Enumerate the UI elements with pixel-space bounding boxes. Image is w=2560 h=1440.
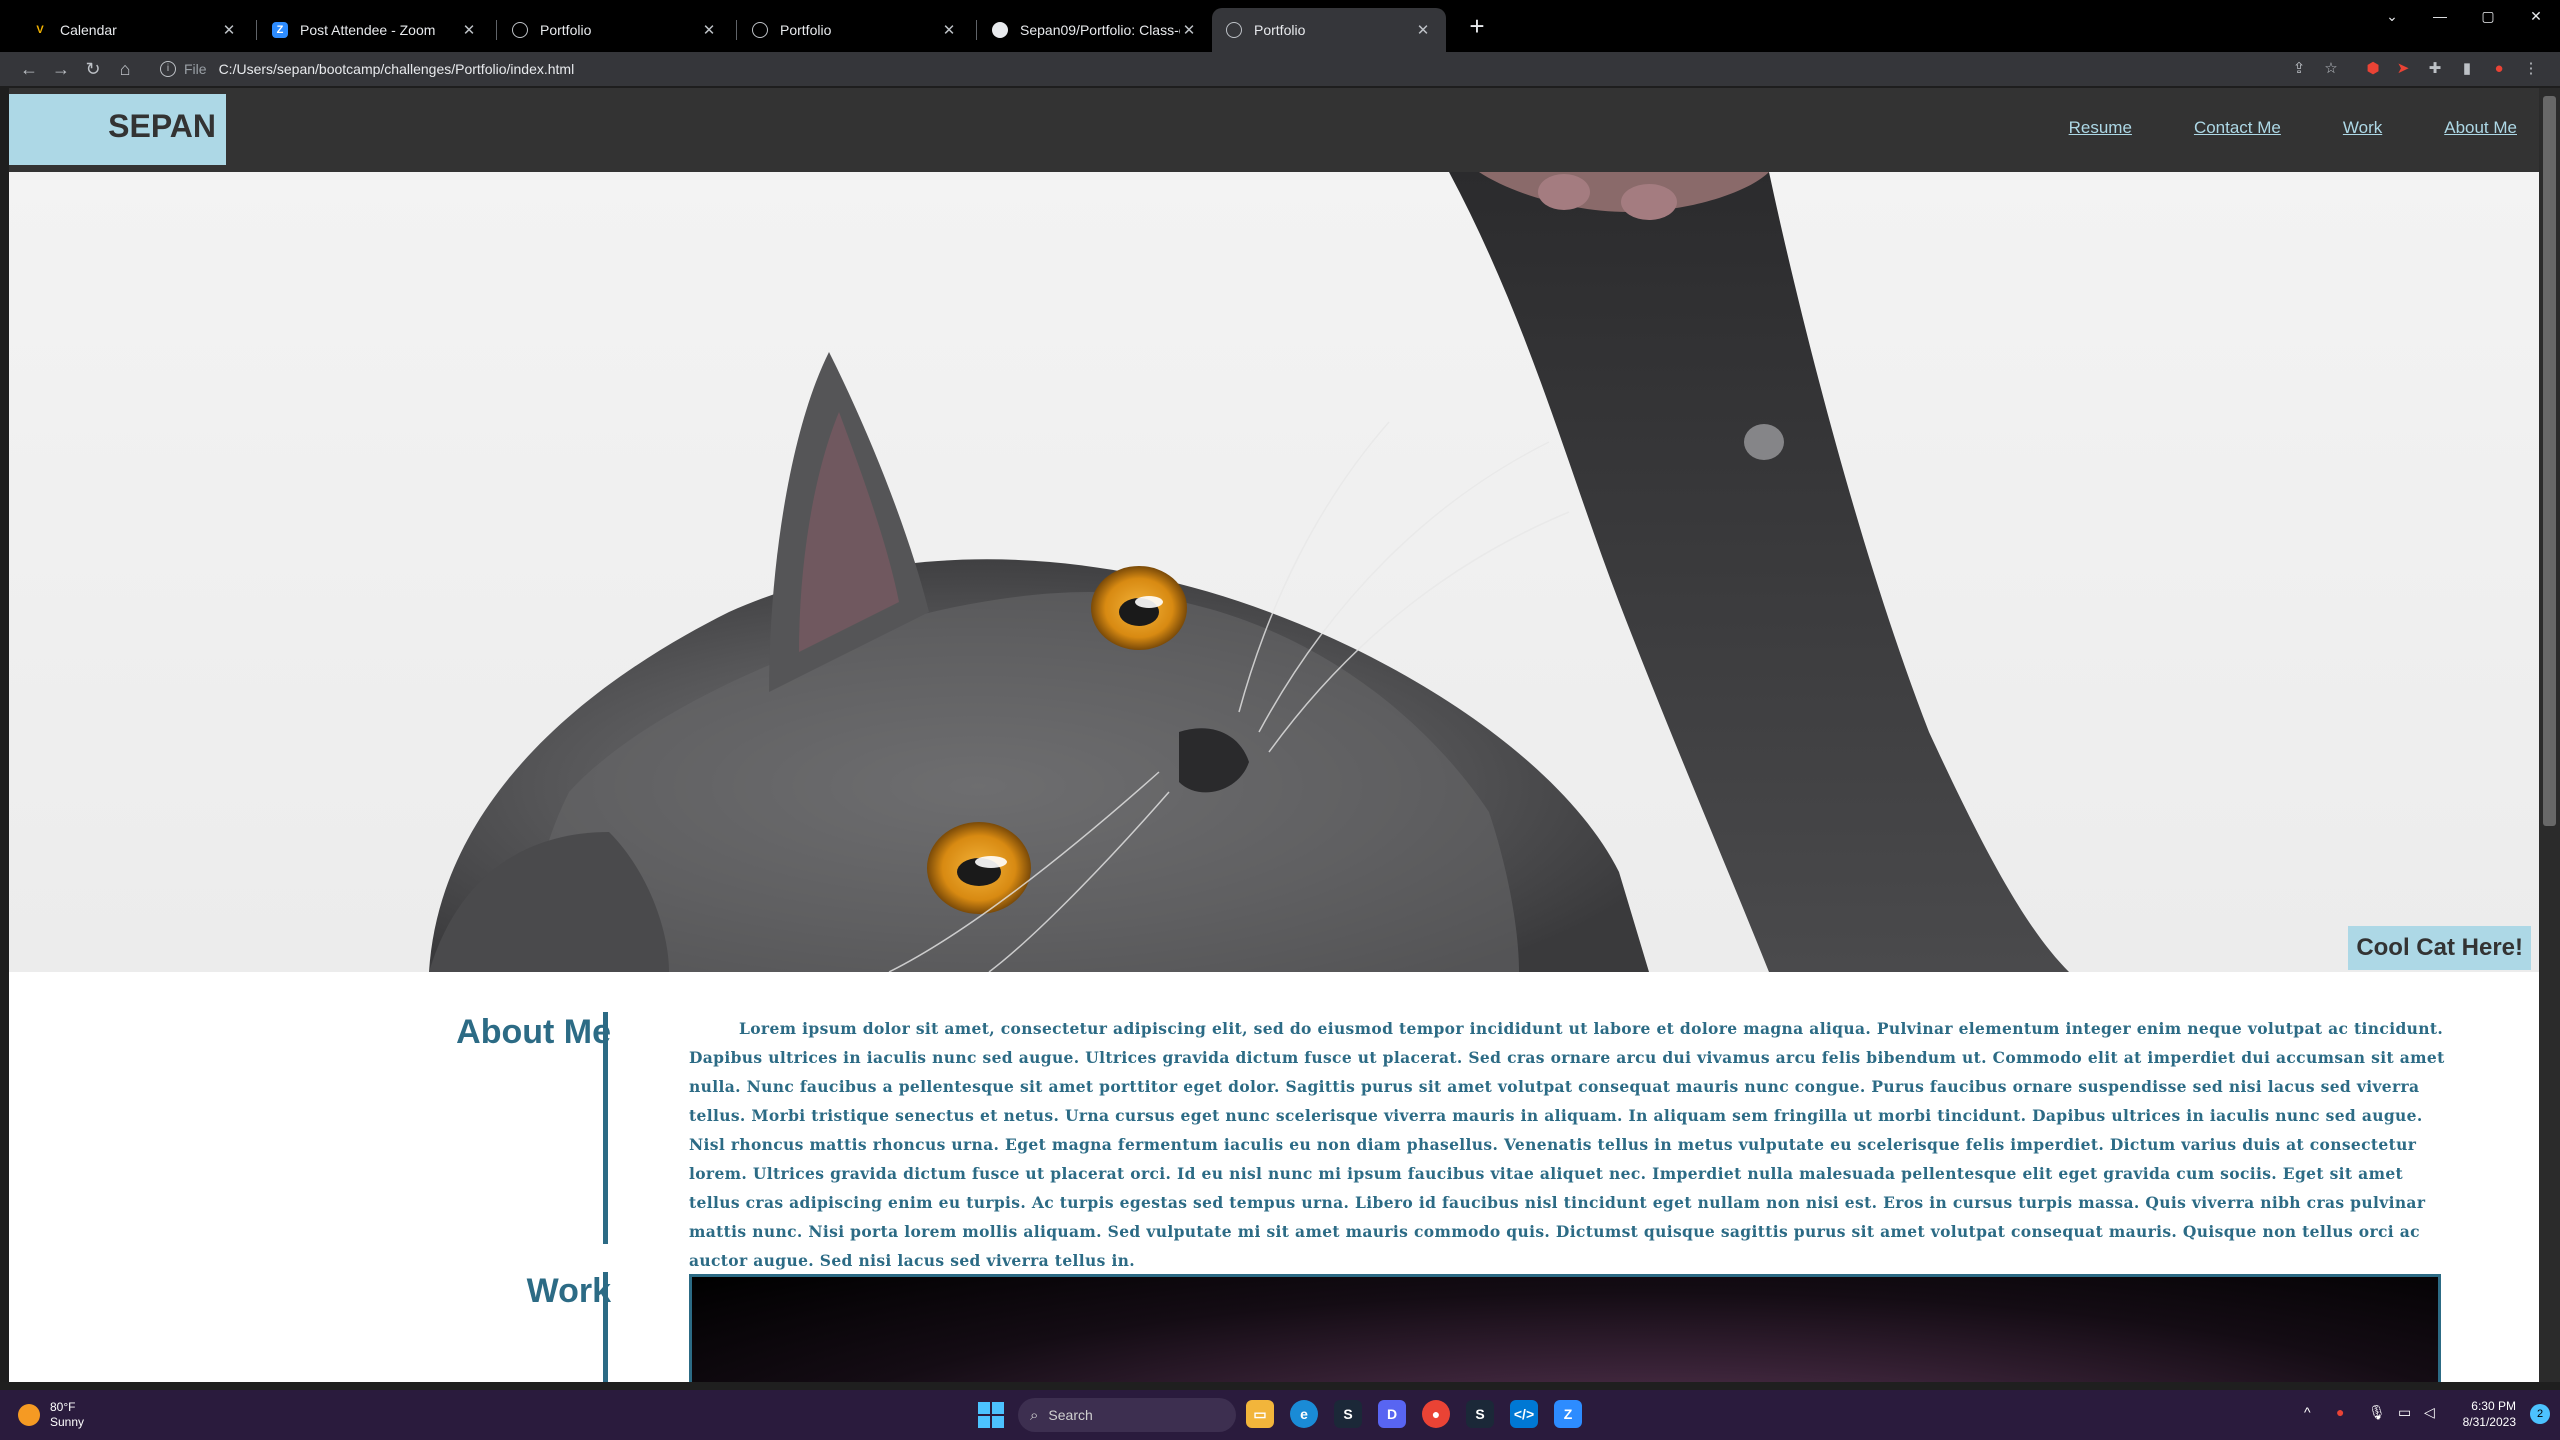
- new-tab-button[interactable]: +: [1462, 12, 1492, 42]
- tab-title: Calendar: [60, 22, 117, 38]
- hero-caption: Cool Cat Here!: [2348, 926, 2531, 970]
- nav-link-work[interactable]: Work: [2343, 118, 2382, 138]
- tab-title: Portfolio: [540, 22, 592, 38]
- search-icon: ⌕: [1030, 1406, 1039, 1424]
- profile-avatar-icon[interactable]: ●: [2488, 58, 2510, 80]
- background-status-strip: [0, 1382, 2560, 1390]
- bookmark-star-icon[interactable]: ☆: [2320, 58, 2342, 80]
- page-viewport: SEPAN Resume Contact Me Work About Me Co…: [9, 88, 2539, 1382]
- logo-box: SEPAN: [9, 94, 226, 165]
- hero-cat-image: Cool Cat Here!: [9, 172, 2539, 972]
- close-window-button[interactable]: ✕: [2512, 0, 2560, 32]
- vscode-icon[interactable]: </>: [1510, 1400, 1538, 1428]
- nav-link-resume[interactable]: Resume: [2069, 118, 2132, 138]
- site-nav: Resume Contact Me Work About Me: [2029, 118, 2539, 138]
- address-bar[interactable]: i File C:/Users/sepan/bootcamp/challenge…: [150, 56, 2338, 82]
- window-controls: ⌄ — ▢ ✕: [2368, 0, 2560, 32]
- close-icon[interactable]: ✕: [940, 21, 958, 39]
- about-heading: About Me: [456, 1013, 611, 1051]
- side-panel-icon[interactable]: ▮: [2456, 58, 2478, 80]
- close-icon[interactable]: ✕: [460, 21, 478, 39]
- menu-kebab-icon[interactable]: ⋮: [2520, 58, 2542, 80]
- edge-icon[interactable]: e: [1290, 1400, 1318, 1428]
- sun-icon: [18, 1404, 40, 1426]
- about-body: Lorem ipsum dolor sit amet, consectetur …: [689, 1019, 2445, 1270]
- tab-title: Portfolio: [1254, 22, 1306, 38]
- site-logo: SEPAN: [108, 108, 216, 144]
- clock-date: 8/31/2023: [2462, 1415, 2516, 1429]
- site-info-icon[interactable]: i: [160, 61, 176, 77]
- system-clock[interactable]: 6:30 PM 8/31/2023: [2463, 1398, 2516, 1430]
- nav-link-about[interactable]: About Me: [2444, 118, 2517, 138]
- page-scrollbar[interactable]: [2539, 88, 2560, 1382]
- home-button[interactable]: ⌂: [112, 56, 138, 82]
- globe-icon: [512, 22, 528, 38]
- close-icon[interactable]: ✕: [700, 21, 718, 39]
- zoom-app-icon[interactable]: Z: [1554, 1400, 1582, 1428]
- tab-separator: [256, 20, 257, 40]
- scrollbar-thumb[interactable]: [2543, 96, 2556, 826]
- tab-title: Post Attendee - Zoom: [300, 22, 436, 38]
- zoom-icon: Z: [272, 22, 288, 38]
- volume-icon[interactable]: ◁: [2424, 1404, 2435, 1421]
- tab-calendar[interactable]: V Calendar ✕: [18, 8, 252, 52]
- close-icon[interactable]: ✕: [220, 21, 238, 39]
- tab-title: Sepan09/Portfolio: Class-challen: [1020, 22, 1180, 38]
- microphone-icon[interactable]: 🎙: [2368, 1404, 2386, 1421]
- globe-icon: [752, 22, 768, 38]
- work-divider: [603, 1272, 608, 1382]
- globe-icon: [1226, 22, 1242, 38]
- site-header: SEPAN Resume Contact Me Work About Me: [9, 88, 2539, 172]
- tab-portfolio-active[interactable]: Portfolio ✕: [1212, 8, 1446, 52]
- forward-button[interactable]: →: [48, 56, 74, 82]
- steam-icon[interactable]: S: [1334, 1400, 1362, 1428]
- close-icon[interactable]: ✕: [1180, 21, 1198, 39]
- adblock-icon[interactable]: ⬢: [2362, 58, 2384, 80]
- tab-portfolio-2[interactable]: Portfolio ✕: [738, 8, 972, 52]
- tab-portfolio-1[interactable]: Portfolio ✕: [498, 8, 732, 52]
- close-icon[interactable]: ✕: [1414, 21, 1432, 39]
- weather-widget[interactable]: 80°F Sunny: [18, 1400, 84, 1430]
- scheme-label: File: [184, 61, 207, 77]
- tab-zoom[interactable]: Z Post Attendee - Zoom ✕: [258, 8, 492, 52]
- extension-arrow-icon[interactable]: ➤: [2392, 58, 2414, 80]
- tab-title: Portfolio: [780, 22, 832, 38]
- weather-temp: 80°F: [50, 1400, 76, 1414]
- network-icon[interactable]: ▭: [2398, 1404, 2411, 1421]
- back-button[interactable]: ←: [16, 56, 42, 82]
- github-icon: [992, 22, 1008, 38]
- browser-tab-bar: V Calendar ✕ Z Post Attendee - Zoom ✕ Po…: [0, 0, 2560, 52]
- windows-start-icon[interactable]: [978, 1402, 1004, 1428]
- reload-button[interactable]: ↻: [80, 56, 106, 82]
- tray-chevron-icon[interactable]: ^: [2304, 1404, 2311, 1420]
- taskbar-search[interactable]: ⌕ Search: [1018, 1398, 1236, 1432]
- tab-search-icon[interactable]: ⌄: [2368, 0, 2416, 32]
- steam-app-icon[interactable]: S: [1466, 1400, 1494, 1428]
- work-heading: Work: [526, 1272, 611, 1310]
- clock-time: 6:30 PM: [2471, 1399, 2516, 1413]
- tab-separator: [976, 20, 977, 40]
- discord-icon[interactable]: D: [1378, 1400, 1406, 1428]
- minimize-button[interactable]: —: [2416, 0, 2464, 32]
- tab-separator: [736, 20, 737, 40]
- weather-desc: Sunny: [50, 1415, 85, 1429]
- notification-badge[interactable]: 2: [2530, 1404, 2550, 1424]
- url-text[interactable]: C:/Users/sepan/bootcamp/challenges/Portf…: [219, 61, 575, 77]
- extensions-puzzle-icon[interactable]: ✚: [2424, 58, 2446, 80]
- tray-app-icon[interactable]: ●: [2336, 1404, 2344, 1420]
- file-explorer-icon[interactable]: ▭: [1246, 1400, 1274, 1428]
- cat-illustration: [429, 172, 2069, 972]
- nav-link-contact[interactable]: Contact Me: [2194, 118, 2281, 138]
- tab-separator: [496, 20, 497, 40]
- tab-github[interactable]: Sepan09/Portfolio: Class-challen ✕: [978, 8, 1212, 52]
- work-project-image[interactable]: [689, 1274, 2441, 1382]
- maximize-button[interactable]: ▢: [2464, 0, 2512, 32]
- windows-taskbar: 80°F Sunny ⌕ Search ▭ e S D ● S </> Z ^ …: [0, 1390, 2560, 1440]
- chrome-icon[interactable]: ●: [1422, 1400, 1450, 1428]
- about-divider: [603, 1012, 608, 1244]
- browser-toolbar: ← → ↻ ⌂ i File C:/Users/sepan/bootcamp/c…: [0, 52, 2560, 86]
- vivaldi-icon: V: [36, 24, 44, 36]
- share-icon[interactable]: ⇪: [2288, 58, 2310, 80]
- search-placeholder: Search: [1048, 1407, 1093, 1423]
